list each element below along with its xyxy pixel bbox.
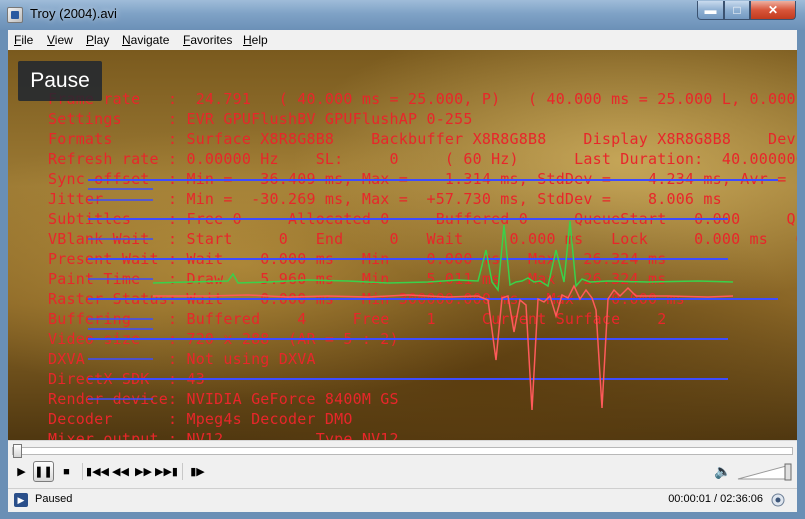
menu-favorites[interactable]: Favorites (183, 33, 232, 47)
skip-forward-icon: ▶▶▮ (155, 466, 178, 478)
close-button[interactable]: ✕ (750, 1, 796, 20)
minimize-button[interactable]: ▬ (697, 1, 724, 20)
maximize-button[interactable]: □ (724, 1, 750, 20)
minimize-icon: ▬ (704, 3, 717, 17)
rewind-icon: ◀◀ (112, 466, 129, 478)
status-tray-icon[interactable] (771, 493, 785, 507)
menu-bar: File View Play Navigate Favorites Help (8, 30, 797, 50)
window-title: Troy (2004).avi (30, 6, 117, 21)
speaker-icon: 🔈 (714, 463, 732, 479)
seek-thumb[interactable] (13, 444, 22, 458)
play-icon: ▶ (17, 466, 26, 478)
previous-button[interactable]: ▮◀◀ (86, 461, 109, 482)
play-button[interactable]: ▶ (11, 461, 32, 482)
graph-green-line (152, 220, 734, 293)
title-bar[interactable]: Troy (2004).avi ▬ □ ✕ (0, 0, 805, 30)
fast-forward-icon: ▶▶ (135, 466, 152, 478)
menu-navigate[interactable]: Navigate (122, 33, 169, 47)
forward-button[interactable]: ▶▶ (133, 461, 154, 482)
menu-file[interactable]: File (14, 33, 33, 47)
status-icon: ▶ (14, 493, 28, 507)
separator (82, 463, 83, 480)
pause-button[interactable]: ❚❚ (33, 461, 54, 482)
menu-play[interactable]: Play (86, 33, 109, 47)
playback-time: 00:00:01 / 02:36:06 (668, 493, 763, 505)
player-controls: ▶ ❚❚ ■ ▮◀◀ ◀◀ ▶▶ ▶▶▮ ▮▶ 🔈 (8, 440, 797, 489)
menu-help[interactable]: Help (243, 33, 268, 47)
graph-red-line (153, 284, 734, 411)
jitter-graph (88, 179, 778, 411)
video-area[interactable]: Pause Frame rate : 24.791 ( 40.000 ms = … (8, 50, 797, 440)
separator (182, 463, 183, 480)
frame-step-icon: ▮▶ (190, 466, 205, 478)
volume-track (737, 464, 791, 480)
volume-thumb (784, 463, 792, 481)
pause-icon: ❚❚ (34, 466, 53, 478)
volume-button[interactable]: 🔈 (714, 463, 731, 480)
status-bar: ▶ Paused 00:00:01 / 02:36:06 (8, 488, 797, 512)
close-icon: ✕ (767, 3, 779, 17)
osd-pause-message: Pause (18, 61, 102, 101)
menu-view[interactable]: View (47, 33, 73, 47)
next-button[interactable]: ▶▶▮ (155, 461, 178, 482)
rewind-button[interactable]: ◀◀ (110, 461, 131, 482)
seek-bar[interactable] (12, 444, 793, 458)
stop-button[interactable]: ■ (56, 461, 77, 482)
stop-icon: ■ (63, 465, 70, 478)
skip-back-icon: ▮◀◀ (86, 466, 109, 478)
frame-step-button[interactable]: ▮▶ (187, 461, 208, 482)
maximize-icon: □ (733, 3, 741, 17)
app-icon[interactable] (7, 7, 23, 23)
volume-slider[interactable] (736, 463, 792, 481)
status-text: Paused (35, 493, 73, 505)
